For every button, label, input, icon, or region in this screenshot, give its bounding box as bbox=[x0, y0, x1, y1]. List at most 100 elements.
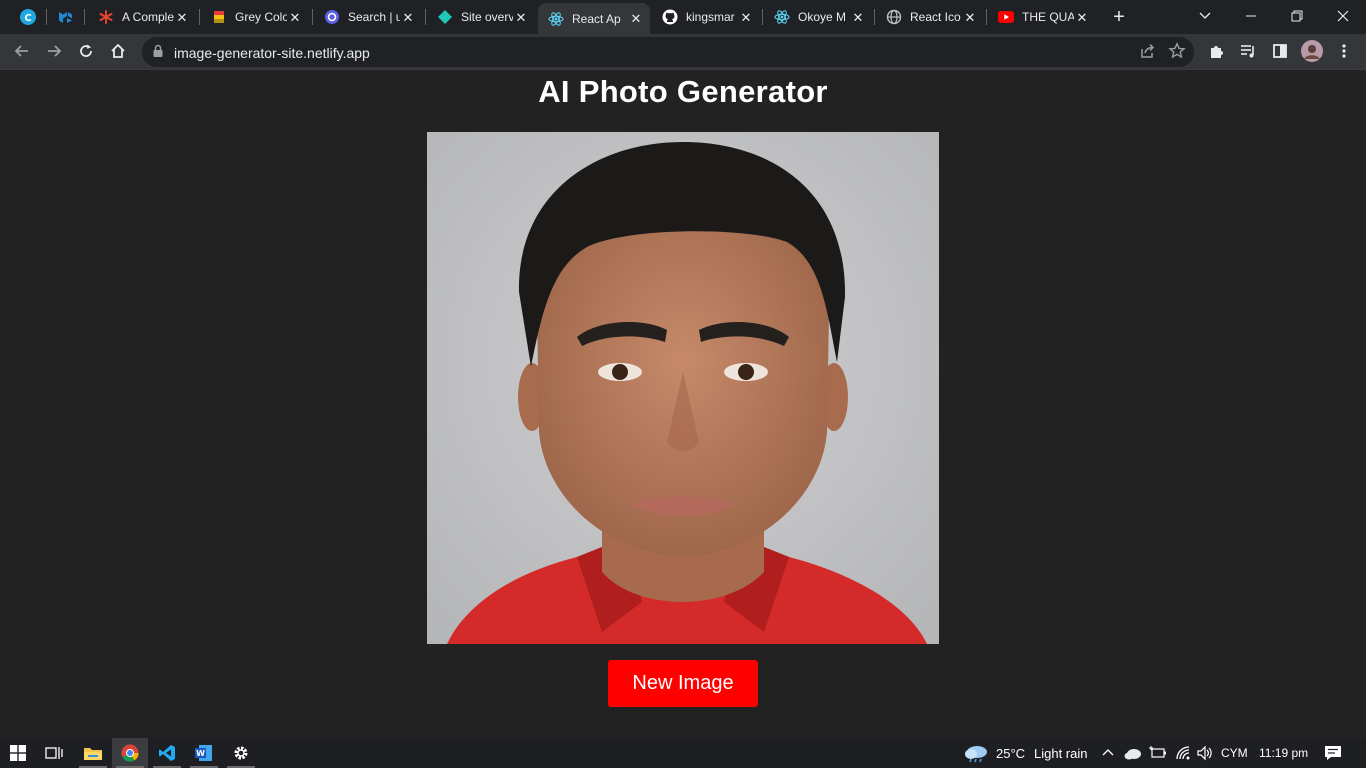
gear-icon bbox=[234, 746, 248, 760]
tab-title: React Ico bbox=[910, 10, 961, 24]
start-button[interactable] bbox=[0, 738, 36, 768]
close-icon bbox=[1337, 10, 1349, 22]
tab-react-app[interactable]: React Ap ✕ bbox=[538, 3, 650, 34]
reload-button[interactable] bbox=[72, 37, 100, 65]
tab-separator bbox=[425, 9, 426, 25]
side-panel-button[interactable] bbox=[1266, 37, 1294, 65]
close-tab-icon[interactable]: ✕ bbox=[1074, 9, 1090, 25]
weather-rain-icon[interactable] bbox=[963, 743, 989, 763]
bookmark-star-icon[interactable] bbox=[1168, 42, 1186, 60]
notifications-icon[interactable] bbox=[1324, 745, 1342, 761]
tab-site-overview[interactable]: Site overv ✕ bbox=[427, 3, 535, 31]
share-icon[interactable] bbox=[1138, 42, 1156, 60]
task-view-icon bbox=[45, 747, 63, 759]
tab-title: Search | u bbox=[348, 10, 400, 24]
lock-icon[interactable] bbox=[152, 44, 164, 58]
battery-icon[interactable] bbox=[1149, 746, 1167, 760]
close-tab-icon[interactable]: ✕ bbox=[513, 9, 529, 25]
weather-temperature[interactable]: 25°C bbox=[996, 746, 1025, 761]
tab-separator bbox=[46, 9, 47, 25]
asterisk-icon bbox=[98, 9, 114, 25]
url-text[interactable]: image-generator-site.netlify.app bbox=[174, 45, 370, 61]
wifi-icon[interactable] bbox=[1175, 745, 1191, 761]
word-button[interactable]: W bbox=[186, 738, 222, 768]
extensions-button[interactable] bbox=[1202, 37, 1230, 65]
tab-grey-colors[interactable]: Grey Colo ✕ bbox=[201, 3, 309, 31]
profile-button[interactable] bbox=[1298, 37, 1326, 65]
tab-search[interactable]: Search | u ✕ bbox=[314, 3, 422, 31]
task-view-button[interactable] bbox=[36, 738, 72, 768]
react-icon bbox=[548, 11, 564, 27]
browser-tab-strip: C A Comple ✕ Grey Colo ✕ Search | u ✕ Si… bbox=[0, 0, 1366, 34]
file-explorer-button[interactable] bbox=[75, 738, 111, 768]
youtube-icon bbox=[998, 9, 1014, 25]
media-controls-button[interactable] bbox=[1234, 37, 1262, 65]
tab-github[interactable]: kingsmar ✕ bbox=[652, 3, 760, 31]
mui-icon bbox=[58, 9, 74, 25]
minimize-icon bbox=[1246, 15, 1256, 17]
kebab-menu-icon bbox=[1342, 44, 1346, 58]
close-tab-icon[interactable]: ✕ bbox=[400, 9, 416, 25]
restore-icon bbox=[1291, 10, 1303, 22]
tab-search-button[interactable] bbox=[1182, 0, 1228, 32]
tab-separator bbox=[874, 9, 875, 25]
chrome-taskbar-button[interactable] bbox=[112, 738, 148, 768]
tab-title: Grey Colo bbox=[235, 10, 287, 24]
react-icon bbox=[774, 9, 790, 25]
tab-okoye[interactable]: Okoye M ✕ bbox=[764, 3, 872, 31]
restore-button[interactable] bbox=[1274, 0, 1320, 32]
generated-photo bbox=[427, 132, 939, 644]
tab-youtube[interactable]: THE QUA ✕ bbox=[988, 3, 1096, 31]
tab-mui[interactable] bbox=[52, 3, 80, 31]
close-tab-icon[interactable]: ✕ bbox=[850, 9, 866, 25]
tab-canva[interactable]: C bbox=[14, 3, 42, 31]
tab-separator bbox=[986, 9, 987, 25]
tab-title: Site overv bbox=[461, 10, 513, 24]
tab-title: A Comple bbox=[122, 10, 174, 24]
search-site-icon bbox=[324, 9, 340, 25]
chevron-up-icon[interactable] bbox=[1102, 748, 1114, 756]
page-title: AI Photo Generator bbox=[538, 74, 828, 109]
tab-a-complete[interactable]: A Comple ✕ bbox=[88, 3, 196, 31]
new-tab-button[interactable]: + bbox=[1106, 5, 1132, 29]
playlist-icon bbox=[1241, 45, 1254, 58]
tab-react-icons[interactable]: React Ico ✕ bbox=[876, 3, 984, 31]
input-language[interactable]: CYM bbox=[1221, 746, 1248, 760]
chrome-icon bbox=[121, 744, 139, 762]
palette-icon bbox=[211, 9, 227, 25]
settings-button[interactable] bbox=[223, 738, 259, 768]
home-icon bbox=[111, 43, 125, 58]
browser-toolbar: image-generator-site.netlify.app bbox=[0, 34, 1366, 70]
tab-title: React Ap bbox=[572, 11, 621, 26]
close-tab-icon[interactable]: ✕ bbox=[287, 9, 303, 25]
close-tab-icon[interactable]: ✕ bbox=[628, 11, 644, 27]
forward-button[interactable] bbox=[40, 37, 68, 65]
tab-title: Okoye M bbox=[798, 10, 847, 24]
speaker-icon[interactable] bbox=[1196, 745, 1212, 761]
windows-logo-icon bbox=[10, 745, 26, 761]
minimize-button[interactable] bbox=[1228, 0, 1274, 32]
folder-icon bbox=[84, 748, 102, 760]
tab-separator bbox=[312, 9, 313, 25]
home-button[interactable] bbox=[104, 37, 132, 65]
close-window-button[interactable] bbox=[1320, 0, 1366, 32]
reload-icon bbox=[80, 44, 92, 57]
avatar bbox=[1301, 40, 1323, 62]
puzzle-icon bbox=[1211, 46, 1223, 58]
close-tab-icon[interactable]: ✕ bbox=[962, 9, 978, 25]
clock-time[interactable]: 11:19 pm bbox=[1259, 746, 1308, 760]
menu-button[interactable] bbox=[1330, 37, 1358, 65]
close-tab-icon[interactable]: ✕ bbox=[738, 9, 754, 25]
onedrive-cloud-icon[interactable] bbox=[1124, 746, 1142, 760]
address-bar[interactable]: image-generator-site.netlify.app bbox=[142, 37, 1194, 67]
weather-description[interactable]: Light rain bbox=[1034, 746, 1087, 761]
svg-text:W: W bbox=[196, 749, 205, 758]
page-content: AI Photo Generator New Image bbox=[0, 70, 1366, 738]
new-image-button[interactable]: New Image bbox=[608, 660, 758, 707]
close-tab-icon[interactable]: ✕ bbox=[174, 9, 190, 25]
netlify-icon bbox=[437, 9, 453, 25]
back-button[interactable] bbox=[8, 37, 36, 65]
tab-separator bbox=[199, 9, 200, 25]
canva-icon: C bbox=[20, 9, 36, 25]
vscode-button[interactable] bbox=[149, 738, 185, 768]
